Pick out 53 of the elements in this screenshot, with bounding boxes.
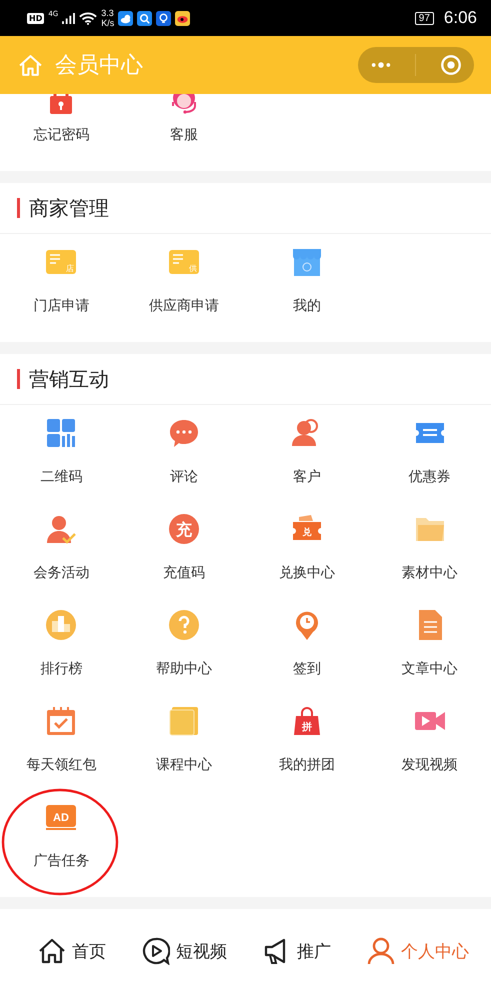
menu-item[interactable]: 素材中心: [368, 501, 491, 597]
menu-item[interactable]: 供 供应商申请: [122, 234, 246, 330]
clock-time: 6:06: [444, 8, 477, 28]
menu-item[interactable]: 每天领红包: [0, 693, 123, 789]
menu-item[interactable]: 发现视频: [368, 693, 491, 789]
nav-tab[interactable]: 短视频: [142, 937, 227, 965]
user-check-icon: [45, 513, 78, 545]
menu-item[interactable]: 帮助中心: [122, 597, 246, 693]
more-icon[interactable]: [370, 61, 392, 69]
home-icon[interactable]: [18, 52, 43, 78]
menu-item[interactable]: 会务活动: [0, 501, 123, 597]
menu-item[interactable]: 店 门店申请: [0, 234, 123, 330]
menu-item[interactable]: 文章中心: [368, 597, 491, 693]
person-icon: [367, 937, 395, 965]
wifi-icon: [79, 12, 98, 24]
store-icon: [290, 246, 323, 278]
nav-tab[interactable]: 首页: [38, 937, 106, 965]
chat-bubble-icon: [168, 417, 200, 449]
section-title: 商家管理: [29, 194, 109, 222]
menu-item[interactable]: 课程中心: [122, 693, 246, 789]
menu-item[interactable]: AD 广告任务: [0, 789, 123, 885]
menu-item[interactable]: 优惠券: [368, 405, 491, 501]
bulb-icon: [156, 10, 172, 26]
menu-item[interactable]: 忘记密码: [0, 94, 123, 165]
menu-item[interactable]: 兑 兑换中心: [246, 501, 368, 597]
podium-icon: [45, 609, 78, 641]
circle-icon: 充: [168, 513, 200, 545]
menu-item[interactable]: 客户: [246, 405, 368, 501]
page-title: 会员中心: [55, 52, 143, 80]
eye-icon: [175, 10, 190, 26]
menu-item[interactable]: 拼 我的拼团: [246, 693, 368, 789]
menu-item[interactable]: 客服: [122, 94, 246, 165]
close-icon[interactable]: [440, 54, 462, 76]
menu-item[interactable]: 排行榜: [0, 597, 123, 693]
speed-value: 3.3: [101, 8, 114, 18]
battery-level: 97: [414, 12, 434, 24]
search-icon: [137, 10, 152, 26]
book-icon: [168, 705, 200, 737]
calendar-icon: [45, 705, 78, 737]
weather-icon: [118, 10, 134, 26]
speed-unit: K/s: [101, 18, 114, 28]
grid-icon: [45, 417, 78, 449]
menu-item[interactable]: 二维码: [0, 405, 123, 501]
signal-icon: [62, 12, 76, 24]
hd-indicator: HD: [27, 12, 44, 24]
menu-item[interactable]: 充 充值码: [122, 501, 246, 597]
section-title: 营销互动: [29, 366, 109, 392]
menu-item[interactable]: 我的: [246, 234, 368, 330]
help-icon: [168, 609, 200, 641]
menu-item[interactable]: 评论: [122, 405, 246, 501]
home-icon: [38, 937, 66, 965]
nav-tab[interactable]: 推广: [263, 937, 331, 965]
menu-item[interactable]: 签到: [246, 597, 368, 693]
